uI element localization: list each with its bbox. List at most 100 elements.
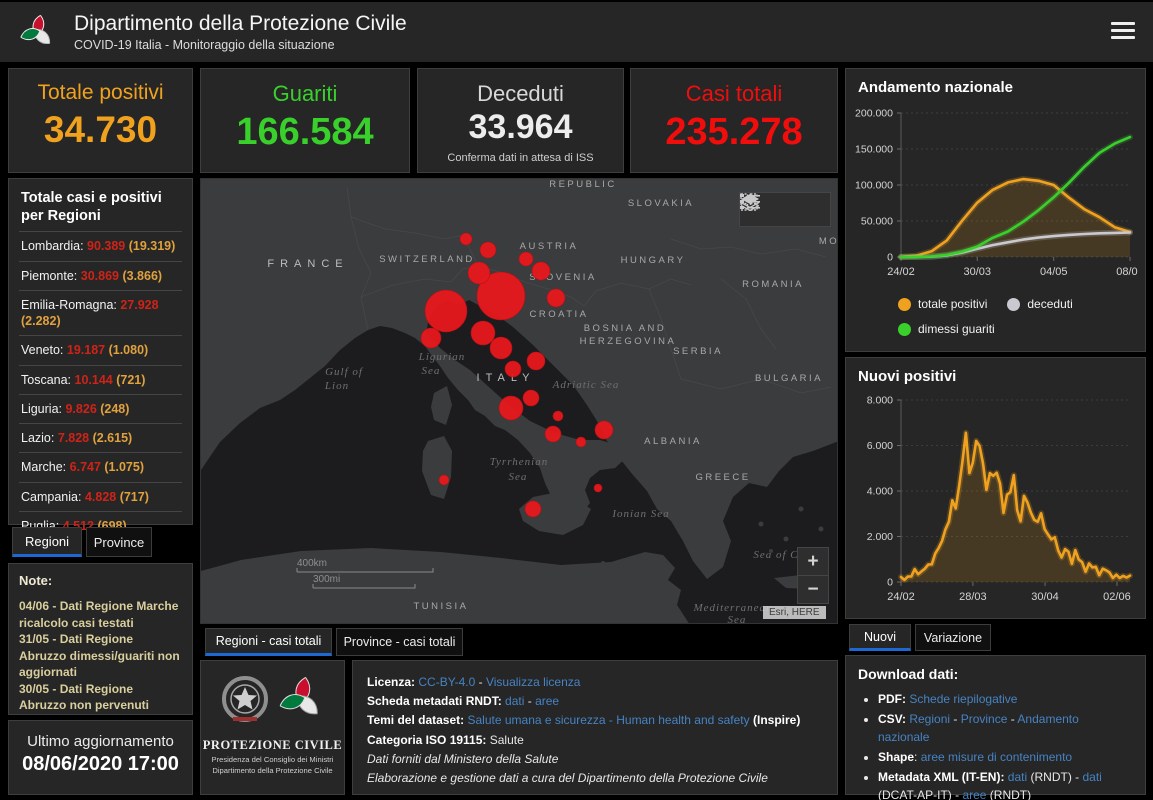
case-bubble[interactable] xyxy=(523,390,539,406)
region-row[interactable]: Campania: 4.828 (717) xyxy=(19,482,182,511)
text-segment: : xyxy=(914,750,921,764)
protezione-civile-logo-icon xyxy=(14,9,60,55)
region-name: Lombardia: xyxy=(21,239,87,253)
tab-regioni[interactable]: Regioni xyxy=(12,527,82,557)
link[interactable]: aree xyxy=(962,788,986,800)
case-bubble[interactable] xyxy=(553,411,563,421)
link[interactable]: Visualizza licenza xyxy=(486,675,581,689)
zoom-out-button[interactable]: − xyxy=(798,576,828,603)
menu-icon[interactable] xyxy=(1111,22,1135,43)
link[interactable]: aree xyxy=(535,694,559,708)
case-bubble[interactable] xyxy=(471,321,495,345)
legend-item[interactable]: deceduti xyxy=(1007,297,1072,311)
tab-province-casi-totali[interactable]: Province - casi totali xyxy=(336,628,463,656)
case-bubble[interactable] xyxy=(421,328,441,348)
link[interactable]: dati xyxy=(505,694,524,708)
scale-mi-label: 300mi xyxy=(313,574,340,585)
legend-item[interactable]: dimessi guariti xyxy=(898,322,995,336)
svg-text:08/06: 08/06 xyxy=(1116,266,1138,278)
map-label: HUNGARY xyxy=(621,255,686,266)
note-line: 04/06 - Dati Regione Marche ricalcolo ca… xyxy=(19,598,182,631)
dashboard: Dipartimento della Protezione Civile COV… xyxy=(0,0,1153,800)
legend-dot-icon xyxy=(898,323,911,336)
map-label: CROATIA xyxy=(529,309,588,320)
text-segment: (RNDT) - xyxy=(1027,770,1082,784)
case-bubble[interactable] xyxy=(595,421,613,439)
tab-nuovi[interactable]: Nuovi xyxy=(849,624,911,651)
region-row[interactable]: Lazio: 7.828 (2.615) xyxy=(19,423,182,452)
notes-panel[interactable]: Note: 04/06 - Dati Regione Marche ricalc… xyxy=(8,563,193,715)
text-line: Shape: aree misure di contenimento xyxy=(878,748,1133,766)
link[interactable]: Schede riepilogative xyxy=(909,692,1017,706)
svg-text:04/05: 04/05 xyxy=(1040,266,1068,278)
region-row[interactable]: Marche: 6.747 (1.075) xyxy=(19,452,182,481)
case-bubble[interactable] xyxy=(490,337,512,359)
card-value: 166.584 xyxy=(201,111,409,154)
last-update-value: 08/06/2020 17:00 xyxy=(9,753,192,776)
case-bubble[interactable] xyxy=(527,352,545,370)
legend-item[interactable]: totale positivi xyxy=(898,297,987,311)
text-line: Metadata XML (IT-EN): dati (RNDT) - dati… xyxy=(878,768,1133,800)
link[interactable]: dati xyxy=(1008,770,1027,784)
region-total: 9.826 xyxy=(65,402,96,416)
text-segment: - xyxy=(524,694,535,708)
case-bubble[interactable] xyxy=(499,396,523,420)
map-label: TUNISIA xyxy=(414,601,469,612)
tab-variazione[interactable]: Variazione xyxy=(915,624,991,651)
link[interactable]: Salute umana e sicurezza - Human health … xyxy=(467,713,749,727)
region-total: 10.144 xyxy=(75,373,113,387)
region-name: Piemonte: xyxy=(21,269,81,283)
case-bubble[interactable] xyxy=(545,426,561,442)
scale-km-label: 400km xyxy=(297,558,327,569)
case-bubble[interactable] xyxy=(480,242,496,258)
case-bubble[interactable] xyxy=(594,484,602,492)
case-bubble[interactable] xyxy=(468,262,490,284)
note-line: 31/05 - Dati Regione Abruzzo dimessi/gua… xyxy=(19,631,182,681)
case-bubble[interactable] xyxy=(505,361,521,377)
case-bubble[interactable] xyxy=(547,289,565,307)
region-row[interactable]: Liguria: 9.826 (248) xyxy=(19,394,182,423)
license-panel: Licenza: CC-BY-4.0 - Visualizza licenzaS… xyxy=(352,660,838,795)
text-segment: - xyxy=(475,675,486,689)
card-note: Conferma dati in attesa di ISS xyxy=(418,152,623,164)
andamento-chart: 050.000100.000150.000200.00024/0230/0304… xyxy=(855,107,1138,281)
basemap-icon[interactable] xyxy=(740,193,758,211)
svg-text:0: 0 xyxy=(887,252,893,264)
download-panel: Download dati: PDF: Schede riepilogative… xyxy=(845,655,1146,795)
region-row[interactable]: Lombardia: 90.389 (19.319) xyxy=(19,231,182,260)
case-bubble[interactable] xyxy=(576,437,586,447)
region-row[interactable]: Veneto: 19.187 (1.080) xyxy=(19,335,182,364)
svg-text:200.000: 200.000 xyxy=(855,108,893,120)
case-bubble[interactable] xyxy=(519,252,533,266)
legend-dot-icon xyxy=(1007,298,1020,311)
andamento-panel: Andamento nazionale 050.000100.000150.00… xyxy=(845,68,1146,352)
italy-map[interactable]: REPUBLICSLOVAKIAMOFRANCESWITZERLANDAUSTR… xyxy=(200,178,838,624)
case-bubble[interactable] xyxy=(532,262,550,280)
tab-province[interactable]: Province xyxy=(86,527,152,557)
case-bubble[interactable] xyxy=(525,501,541,517)
region-name: Campania: xyxy=(21,490,85,504)
link[interactable]: dati xyxy=(1082,770,1101,784)
region-positivi: (19.319) xyxy=(125,239,175,253)
text-segment: Dati forniti dal Ministero della Salute xyxy=(367,752,558,766)
region-row[interactable]: Toscana: 10.144 (721) xyxy=(19,365,182,394)
region-name: Veneto: xyxy=(21,343,67,357)
map-label: SLOVAKIA xyxy=(628,198,694,209)
map-label: ALBANIA xyxy=(644,436,702,447)
link[interactable]: aree misure di contenimento xyxy=(921,750,1072,764)
map-label: SWITZERLAND xyxy=(379,254,475,265)
region-row[interactable]: Piemonte: 30.869 (3.866) xyxy=(19,261,182,290)
org-sub: Presidenza del Consiglio dei Ministri Di… xyxy=(201,755,344,776)
map-label: SERBIA xyxy=(673,346,723,357)
republic-emblem-icon xyxy=(224,678,266,721)
link[interactable]: CC-BY-4.0 xyxy=(418,675,475,689)
link[interactable]: Province xyxy=(961,712,1008,726)
case-bubble[interactable] xyxy=(439,475,449,485)
map-label: Tyrrhenian xyxy=(490,456,549,468)
tab-regioni-casi-totali[interactable]: Regioni - casi totali xyxy=(205,628,332,656)
case-bubble[interactable] xyxy=(425,290,467,332)
case-bubble[interactable] xyxy=(460,233,472,245)
zoom-in-button[interactable]: + xyxy=(798,548,828,576)
region-row[interactable]: Emilia-Romagna: 27.928 (2.282) xyxy=(19,290,182,336)
link[interactable]: Regioni xyxy=(909,712,950,726)
